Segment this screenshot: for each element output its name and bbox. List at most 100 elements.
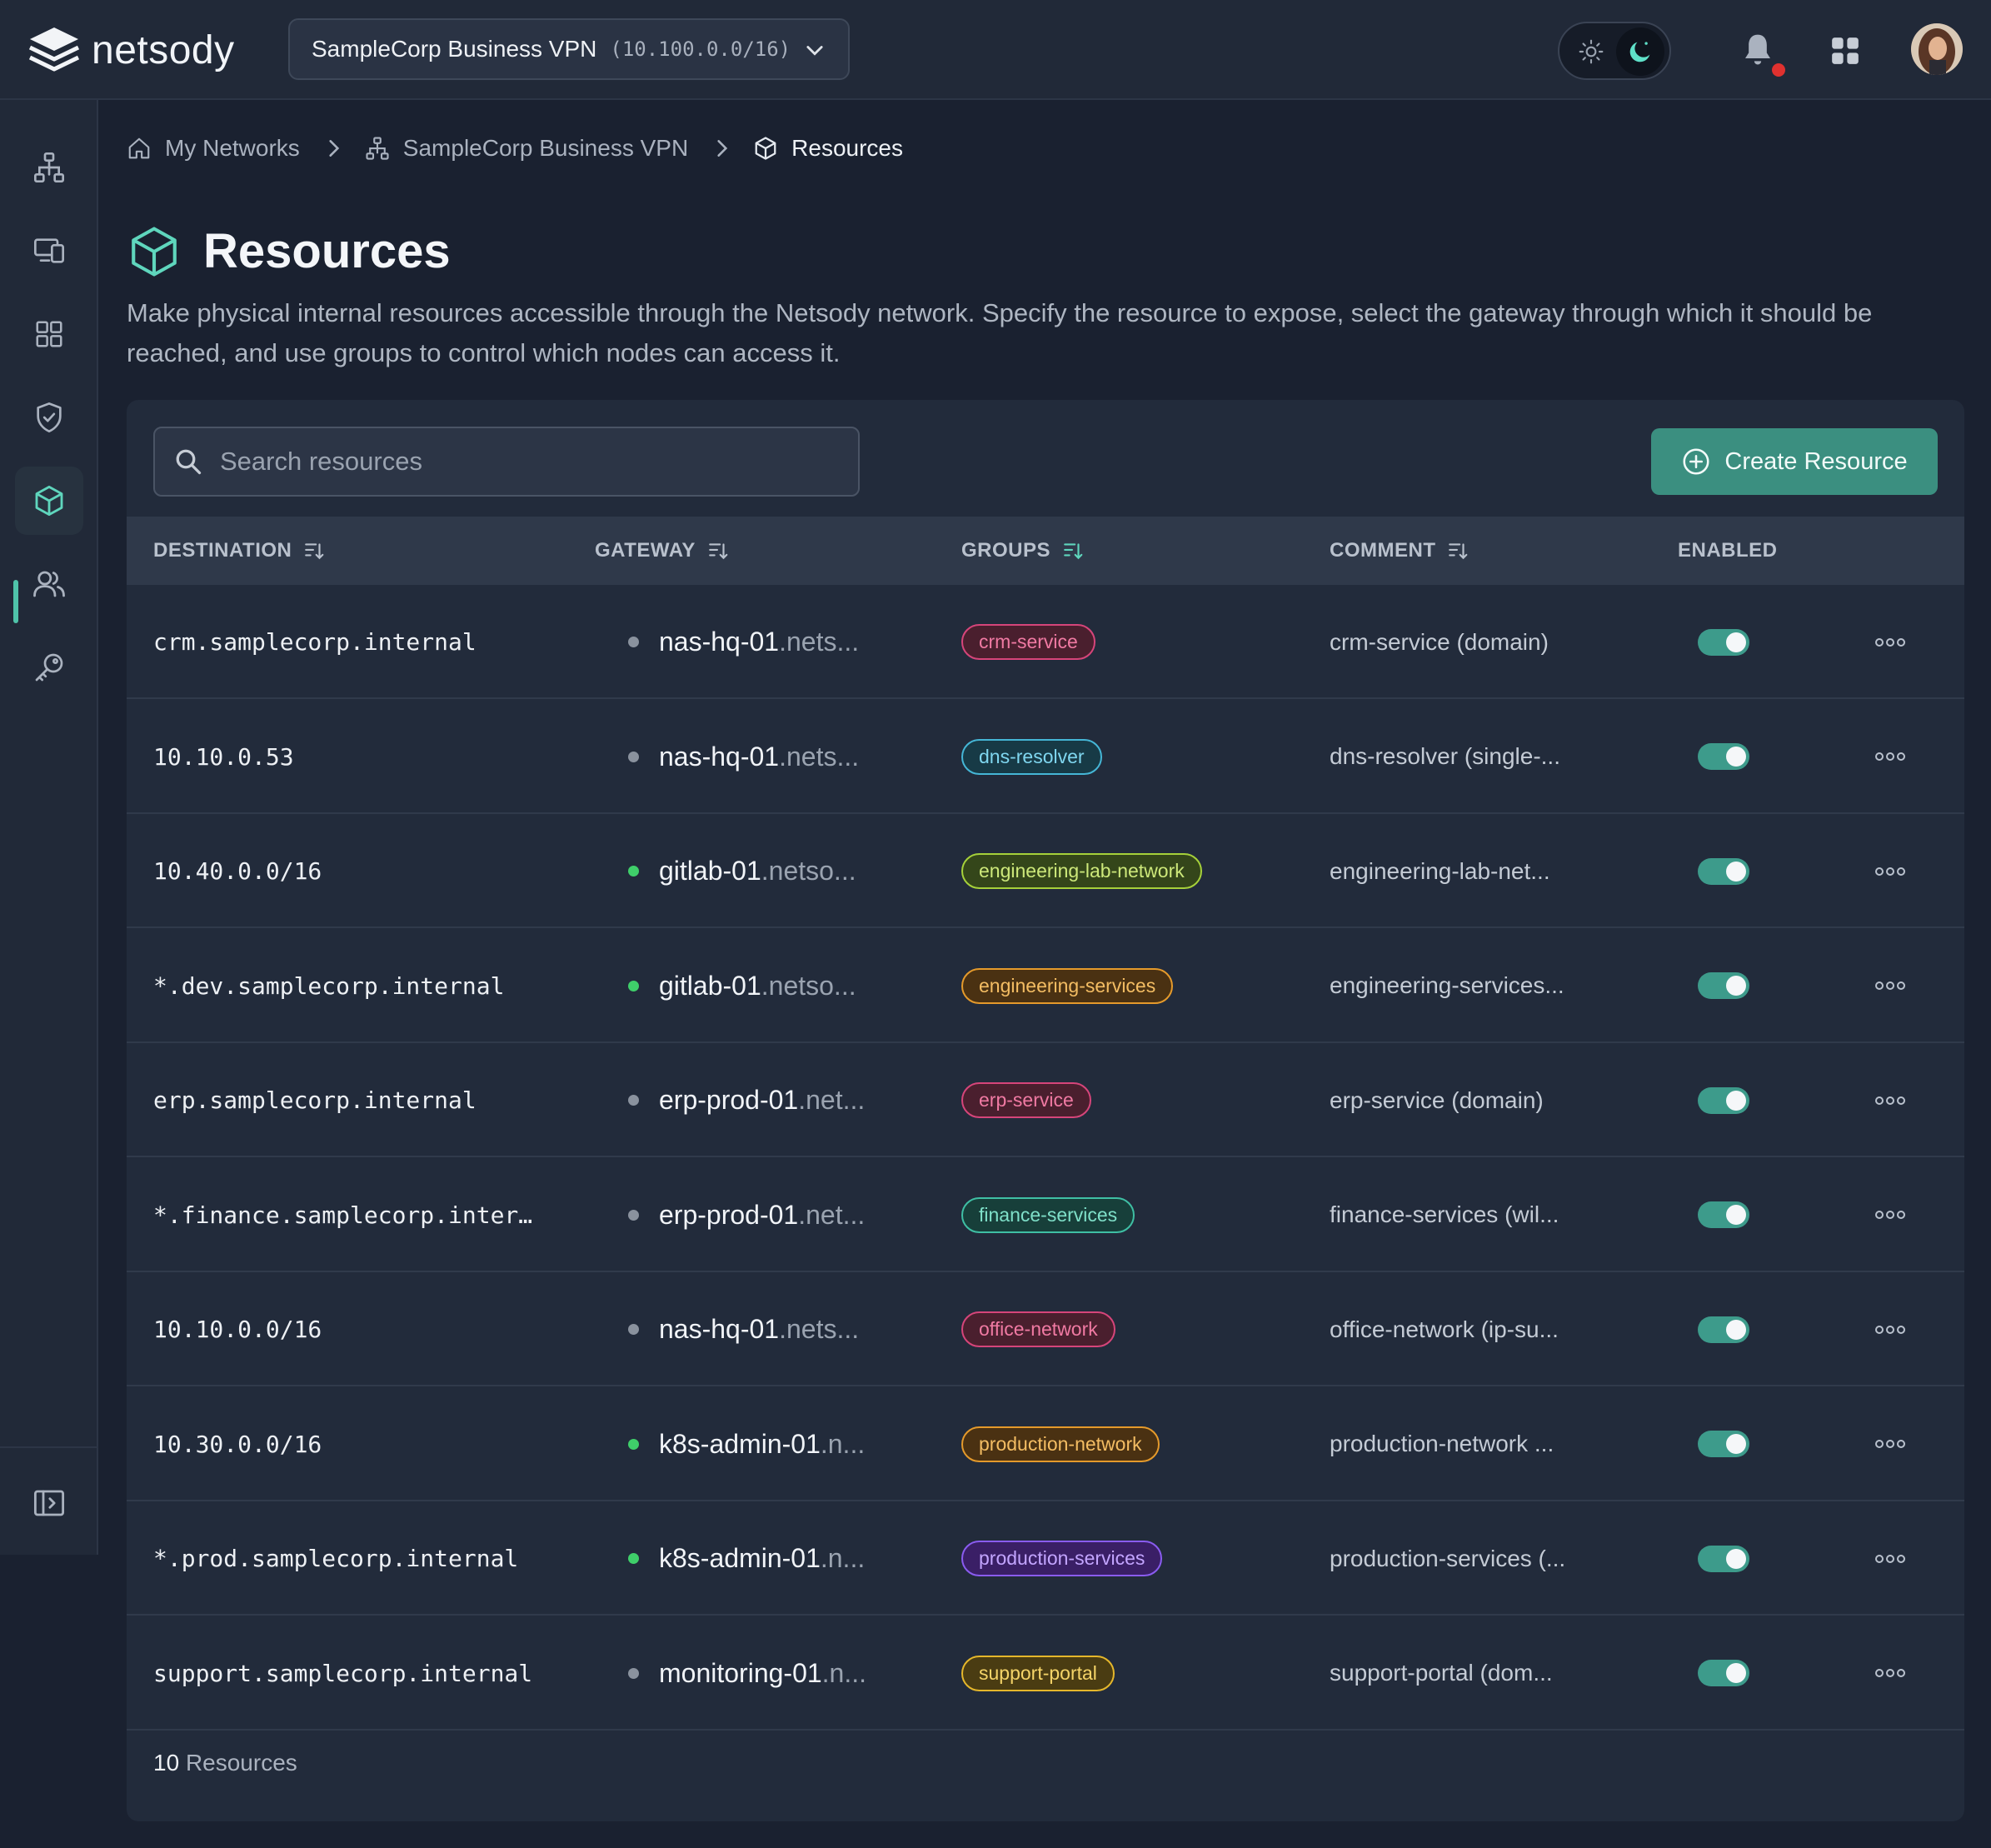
enabled-toggle[interactable] [1698,628,1749,656]
sidebar-item-resources[interactable] [15,467,83,535]
more-icon[interactable] [1874,751,1906,762]
gateway-status-dot [628,1553,639,1564]
group-badge[interactable]: crm-service [961,624,1095,660]
collapse-sidebar-button[interactable] [15,1469,83,1537]
table-row[interactable]: 10.10.0.53 nas-hq-01 .nets... dns-resolver d… [127,700,1964,814]
more-icon[interactable] [1874,866,1906,877]
more-icon[interactable] [1874,1209,1906,1221]
sort-icon[interactable] [707,540,729,562]
group-badge[interactable]: engineering-services [961,967,1174,1004]
sidebar [0,100,98,1555]
enabled-toggle[interactable] [1698,1545,1749,1572]
table-row[interactable]: 10.10.0.0/16 nas-hq-01 .nets... office-netw… [127,1272,1964,1386]
more-icon[interactable] [1874,1667,1906,1679]
group-badge[interactable]: erp-service [961,1082,1091,1118]
more-icon[interactable] [1874,1095,1906,1106]
enabled-toggle[interactable] [1698,1201,1749,1228]
breadcrumb-my-networks[interactable]: My Networks [127,135,300,162]
row-actions[interactable] [1874,1272,1906,1386]
table-row[interactable]: 10.40.0.0/16 gitlab-01 .netso... engineerin… [127,814,1964,928]
network-selector[interactable]: SampleCorp Business VPN (10.100.0.0/16) [288,18,850,80]
apps-grid-icon[interactable] [1829,35,1861,67]
column-header-destination[interactable]: DESTINATION [153,517,325,585]
enabled-cell [1698,1501,1749,1616]
more-icon[interactable] [1874,1438,1906,1450]
group-badge[interactable]: support-portal [961,1655,1115,1691]
toggle-knob [1726,1090,1746,1111]
group-badge[interactable]: finance-services [961,1196,1135,1233]
more-icon[interactable] [1874,1553,1906,1565]
search-input[interactable] [218,446,855,477]
row-actions[interactable] [1874,1616,1906,1731]
sun-icon[interactable] [1578,38,1604,65]
enabled-toggle[interactable] [1698,857,1749,885]
enabled-toggle[interactable] [1698,743,1749,770]
sort-icon[interactable] [1062,540,1084,562]
enabled-toggle[interactable] [1698,1086,1749,1114]
groups-cell: crm-service [961,585,1095,699]
row-actions[interactable] [1874,700,1906,814]
breadcrumb-label: Resources [791,135,904,161]
gateway-cell[interactable]: erp-prod-01 .net... [628,1158,865,1272]
gateway-cell[interactable]: nas-hq-01 .nets... [628,1272,859,1386]
bell-icon[interactable] [1741,32,1774,68]
sidebar-item-devices[interactable] [15,217,83,285]
enabled-toggle[interactable] [1698,1431,1749,1457]
column-header-gateway[interactable]: GATEWAY [595,517,729,585]
comment: crm-service (domain) [1330,628,1549,655]
more-icon[interactable] [1874,980,1906,991]
more-icon[interactable] [1874,637,1906,648]
destination-cell: 10.10.0.53 [153,700,294,814]
row-actions[interactable] [1874,814,1906,928]
sidebar-item-users[interactable] [15,550,83,618]
column-header-groups[interactable]: GROUPS [961,517,1084,585]
row-actions[interactable] [1874,585,1906,699]
enabled-toggle[interactable] [1698,1316,1749,1343]
sort-icon[interactable] [1447,540,1469,562]
sidebar-item-policies[interactable] [15,383,83,452]
avatar[interactable] [1911,23,1963,75]
gateway-cell[interactable]: monitoring-01 .n... [628,1616,866,1731]
group-badge[interactable]: dns-resolver [961,738,1102,775]
table-row[interactable]: *.prod.samplecorp.internal k8s-admin-01 .n… [127,1501,1964,1616]
enabled-cell [1698,1272,1749,1386]
enabled-cell [1698,700,1749,814]
gateway-cell[interactable]: nas-hq-01 .nets... [628,585,859,699]
table-row[interactable]: *.finance.samplecorp.inter… erp-prod-01 .n… [127,1158,1964,1272]
table-row[interactable]: 10.30.0.0/16 k8s-admin-01 .n... production-… [127,1387,1964,1501]
group-badge[interactable]: production-network [961,1426,1160,1462]
row-actions[interactable] [1874,1501,1906,1616]
table-row[interactable]: support.samplecorp.internal monitoring-01… [127,1616,1964,1731]
enabled-toggle[interactable] [1698,1660,1749,1686]
gateway-cell[interactable]: k8s-admin-01 .n... [628,1387,865,1501]
sort-icon[interactable] [303,540,325,562]
row-actions[interactable] [1874,1043,1906,1157]
create-resource-button[interactable]: Create Resource [1651,428,1938,495]
sidebar-item-dashboard[interactable] [15,300,83,368]
gateway-cell[interactable]: erp-prod-01 .net... [628,1043,865,1157]
group-badge[interactable]: engineering-lab-network [961,853,1202,889]
moon-icon[interactable] [1616,27,1664,76]
row-actions[interactable] [1874,1158,1906,1272]
column-header-comment[interactable]: COMMENT [1330,517,1469,585]
row-actions[interactable] [1874,1387,1906,1501]
logo[interactable]: netsody [27,23,235,77]
group-badge[interactable]: production-services [961,1541,1163,1576]
table-row[interactable]: crm.samplecorp.internal nas-hq-01 .nets...… [127,585,1964,699]
row-actions[interactable] [1874,929,1906,1043]
breadcrumb-network[interactable]: SampleCorp Business VPN [365,135,688,162]
theme-toggle[interactable] [1558,22,1671,80]
gateway-cell[interactable]: k8s-admin-01 .n... [628,1501,865,1616]
table-row[interactable]: erp.samplecorp.internal erp-prod-01 .net..… [127,1043,1964,1157]
sidebar-item-networks[interactable] [15,133,83,202]
key-icon [35,653,63,682]
gateway-cell[interactable]: gitlab-01 .netso... [628,929,856,1043]
group-badge[interactable]: office-network [961,1311,1115,1347]
more-icon[interactable] [1874,1324,1906,1336]
gateway-cell[interactable]: nas-hq-01 .nets... [628,700,859,814]
search-box[interactable] [153,427,860,497]
table-row[interactable]: *.dev.samplecorp.internal gitlab-01 .netso… [127,929,1964,1043]
gateway-cell[interactable]: gitlab-01 .netso... [628,814,856,928]
sidebar-item-keys[interactable] [15,633,83,702]
enabled-toggle[interactable] [1698,972,1749,999]
